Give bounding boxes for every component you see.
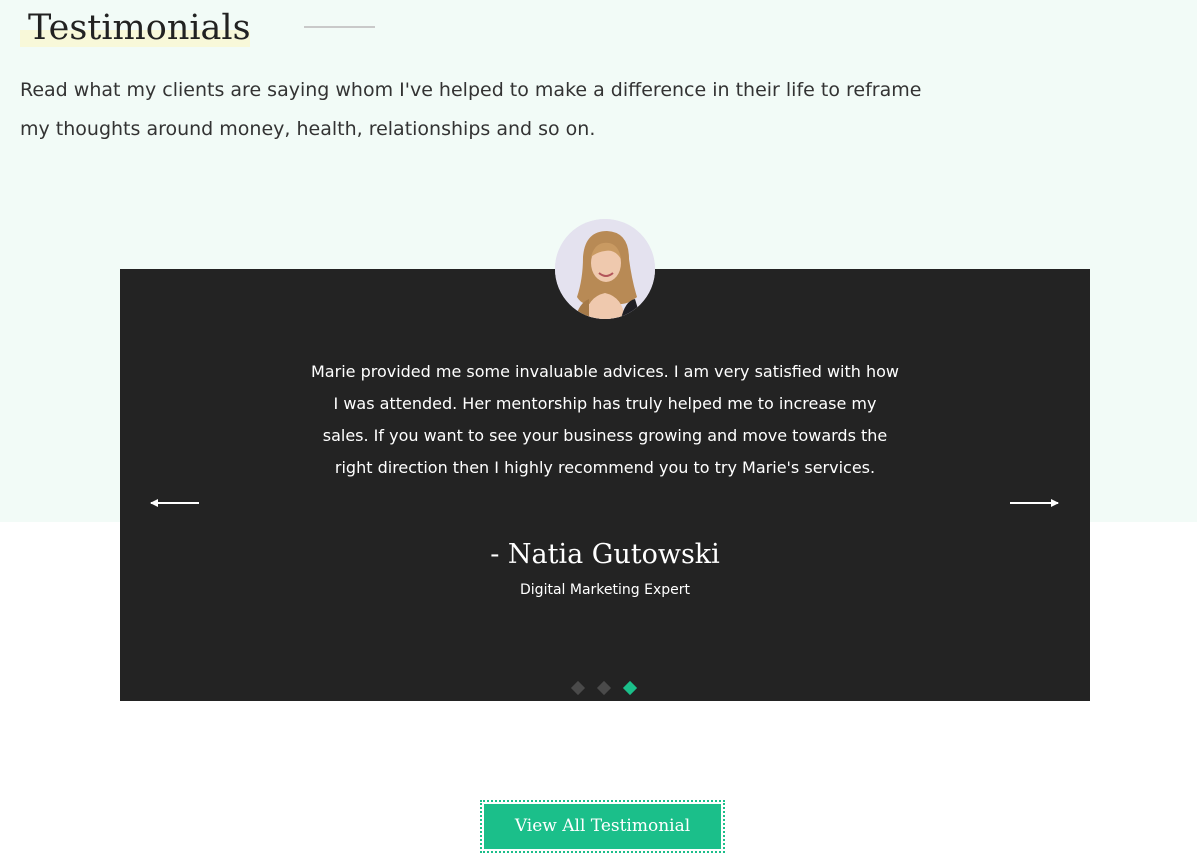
view-all-testimonials-button[interactable]: View All Testimonial (484, 804, 721, 849)
section-intro: Read what my clients are saying whom I'v… (20, 79, 922, 140)
arrow-right-icon (1010, 499, 1059, 507)
next-slide-button[interactable] (1009, 493, 1061, 513)
slider-pagination (568, 680, 648, 696)
testimonial-role: Digital Marketing Expert (520, 582, 690, 598)
arrow-left-icon (150, 499, 199, 507)
testimonial-card (120, 269, 1090, 701)
slide-dot-1[interactable] (570, 680, 586, 696)
testimonial-quote: Marie provided me some invaluable advice… (311, 362, 899, 477)
previous-slide-button[interactable] (148, 493, 200, 513)
slide-dot-2[interactable] (596, 680, 612, 696)
client-avatar (555, 219, 655, 319)
testimonial-author: - Natia Gutowski (490, 539, 720, 570)
slide-dot-3[interactable] (622, 680, 638, 696)
section-title: Testimonials (28, 8, 251, 48)
title-divider (304, 26, 375, 28)
client-portrait-icon (555, 219, 655, 319)
view-all-button-frame: View All Testimonial (480, 800, 725, 853)
